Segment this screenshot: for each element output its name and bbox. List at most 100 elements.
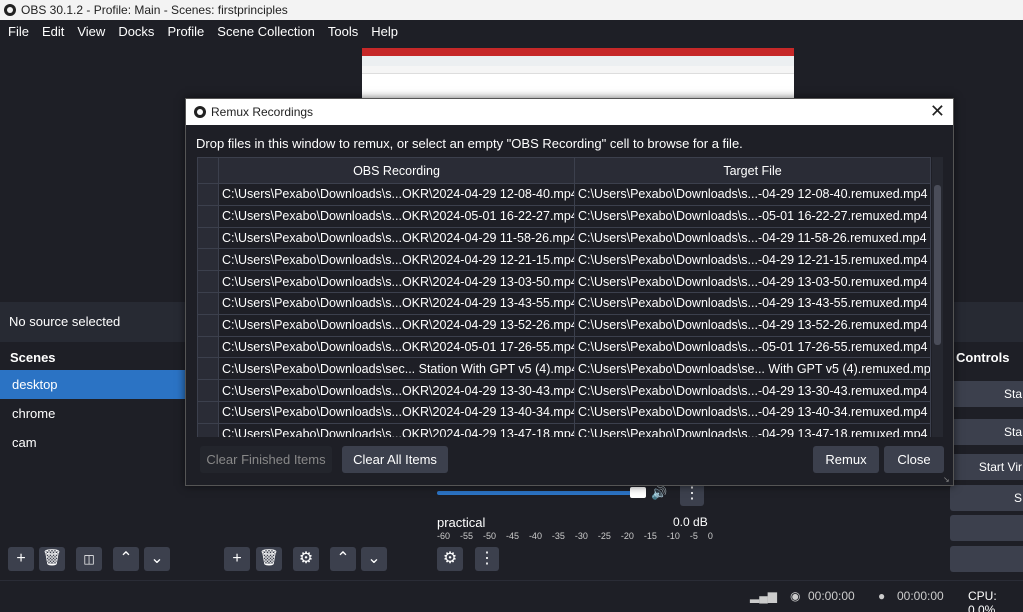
row-header[interactable] [197,270,219,293]
settings-button[interactable] [950,515,1023,541]
table-row[interactable]: C:\Users\Pexabo\Downloads\s...OKR\2024-0… [197,183,931,206]
remux-button[interactable]: Remux [813,446,879,473]
volume-slider-handle[interactable] [630,487,646,498]
row-header[interactable] [197,291,219,315]
record-time: 00:00:00 [897,589,944,603]
exit-button[interactable] [950,546,1023,572]
obs-recording-cell[interactable]: C:\Users\Pexabo\Downloads\s...OKR\2024-0… [218,226,575,250]
table-row[interactable]: C:\Users\Pexabo\Downloads\s...OKR\2024-0… [197,313,931,337]
menu-bar: File Edit View Docks Profile Scene Colle… [0,20,1023,42]
table-row[interactable]: C:\Users\Pexabo\Downloads\s...OKR\2024-0… [197,379,931,402]
row-header[interactable] [197,226,219,250]
scene-item-cam[interactable]: cam [0,428,212,457]
table-row[interactable]: C:\Users\Pexabo\Downloads\s...OKR\2024-0… [197,226,931,250]
move-scene-down-button[interactable]: ⌄ [144,547,170,571]
row-header[interactable] [197,400,219,424]
mixer-options-button[interactable]: ⋮ [475,547,499,571]
scene-filters-button[interactable]: ◫ [76,547,102,571]
move-source-up-button[interactable]: ⌃ [330,547,356,571]
target-file-cell[interactable]: C:\Users\Pexabo\Downloads\s...-05-01 16-… [574,204,931,228]
table-row[interactable]: C:\Users\Pexabo\Downloads\s...OKR\2024-0… [197,291,931,315]
table-scrollbar-thumb[interactable] [934,185,941,345]
obs-recording-cell[interactable]: C:\Users\Pexabo\Downloads\s...OKR\2024-0… [218,379,575,402]
table-row[interactable]: C:\Users\Pexabo\Downloads\s...OKR\2024-0… [197,204,931,228]
row-header[interactable] [197,204,219,228]
table-row[interactable]: C:\Users\Pexabo\Downloads\s...OKR\2024-0… [197,248,931,272]
obs-recording-cell[interactable]: C:\Users\Pexabo\Downloads\s...OKR\2024-0… [218,335,575,359]
table-row[interactable]: C:\Users\Pexabo\Downloads\s...OKR\2024-0… [197,335,931,359]
table-row[interactable]: C:\Users\Pexabo\Downloads\s...OKR\2024-0… [197,270,931,293]
table-scrollbar[interactable] [932,157,943,437]
row-header[interactable] [197,183,219,206]
remove-scene-button[interactable]: 🗑 [39,547,65,571]
obs-recording-cell[interactable]: C:\Users\Pexabo\Downloads\s...OKR\2024-0… [218,270,575,293]
obs-recording-cell[interactable]: C:\Users\Pexabo\Downloads\s...OKR\2024-0… [218,291,575,315]
menu-docks[interactable]: Docks [118,24,154,39]
column-header-obs-recording[interactable]: OBS Recording [218,157,575,184]
row-header[interactable] [197,422,219,437]
start-virtual-camera-button[interactable]: Start Vir [950,454,1023,480]
stream-icon: ◉ [790,589,801,603]
table-row[interactable]: C:\Users\Pexabo\Downloads\s...OKR\2024-0… [197,400,931,424]
move-scene-up-button[interactable]: ⌃ [113,547,139,571]
menu-file[interactable]: File [8,24,29,39]
obs-recording-cell[interactable]: C:\Users\Pexabo\Downloads\s...OKR\2024-0… [218,422,575,437]
row-header[interactable] [197,335,219,359]
menu-scene-collection[interactable]: Scene Collection [217,24,315,39]
clear-all-button[interactable]: Clear All Items [342,446,448,473]
target-file-cell[interactable]: C:\Users\Pexabo\Downloads\s...-04-29 11-… [574,226,931,250]
menu-help[interactable]: Help [371,24,398,39]
volume-slider[interactable] [437,491,643,495]
scene-item-chrome[interactable]: chrome [0,399,212,428]
table-row[interactable]: C:\Users\Pexabo\Downloads\sec... Station… [197,357,931,381]
scene-item-desktop[interactable]: desktop [0,370,186,399]
speaker-icon[interactable]: 🔊 [651,485,667,501]
target-file-cell[interactable]: C:\Users\Pexabo\Downloads\s...-04-29 13-… [574,291,931,315]
record-icon: ● [878,589,886,603]
start-streaming-button[interactable]: Sta [950,381,1023,407]
target-file-cell[interactable]: C:\Users\Pexabo\Downloads\se... With GPT… [574,357,931,381]
status-bar: ▂▄▆ ◉ 00:00:00 ● 00:00:00 CPU: 0.0% [0,580,1023,612]
obs-recording-cell[interactable]: C:\Users\Pexabo\Downloads\s...OKR\2024-0… [218,313,575,337]
close-icon[interactable]: ✕ [930,102,945,120]
remux-table[interactable]: OBS Recording Target File C:\Users\Pexab… [197,157,943,437]
target-file-cell[interactable]: C:\Users\Pexabo\Downloads\s...-04-29 13-… [574,270,931,293]
add-scene-button[interactable]: + [8,547,34,571]
menu-edit[interactable]: Edit [42,24,64,39]
column-header-target-file[interactable]: Target File [574,157,931,184]
close-button[interactable]: Close [884,446,944,473]
obs-recording-cell[interactable]: C:\Users\Pexabo\Downloads\s...OKR\2024-0… [218,183,575,206]
row-header[interactable] [197,379,219,402]
source-properties-button[interactable]: ⚙ [293,547,319,571]
obs-recording-cell[interactable]: C:\Users\Pexabo\Downloads\s...OKR\2024-0… [218,248,575,272]
target-file-cell[interactable]: C:\Users\Pexabo\Downloads\s...-05-01 17-… [574,335,931,359]
row-header[interactable] [197,357,219,381]
menu-view[interactable]: View [77,24,105,39]
add-source-button[interactable]: + [224,547,250,571]
menu-profile[interactable]: Profile [167,24,204,39]
resize-grip[interactable]: ↘ [943,475,951,484]
target-file-cell[interactable]: C:\Users\Pexabo\Downloads\s...-04-29 13-… [574,422,931,437]
move-source-down-button[interactable]: ⌄ [361,547,387,571]
stream-time: 00:00:00 [808,589,855,603]
remove-source-button[interactable]: 🗑 [256,547,282,571]
target-file-cell[interactable]: C:\Users\Pexabo\Downloads\s...-04-29 12-… [574,248,931,272]
row-header[interactable] [197,313,219,337]
clear-finished-button[interactable]: Clear Finished Items [200,446,332,473]
obs-recording-cell[interactable]: C:\Users\Pexabo\Downloads\s...OKR\2024-0… [218,204,575,228]
advanced-audio-button[interactable]: ⚙ [437,547,463,571]
trash-icon: 🗑 [41,550,63,567]
target-file-cell[interactable]: C:\Users\Pexabo\Downloads\s...-04-29 12-… [574,183,931,206]
studio-mode-button[interactable]: S [950,485,1023,511]
target-file-cell[interactable]: C:\Users\Pexabo\Downloads\s...-04-29 13-… [574,313,931,337]
target-file-cell[interactable]: C:\Users\Pexabo\Downloads\s...-04-29 13-… [574,400,931,424]
remux-dialog-title: Remux Recordings [211,105,314,119]
start-recording-button[interactable]: Sta [950,419,1023,445]
menu-tools[interactable]: Tools [328,24,358,39]
row-header[interactable] [197,248,219,272]
obs-recording-cell[interactable]: C:\Users\Pexabo\Downloads\s...OKR\2024-0… [218,400,575,424]
table-row[interactable]: C:\Users\Pexabo\Downloads\s...OKR\2024-0… [197,422,931,437]
remux-dialog-titlebar: Remux Recordings ✕ [186,99,953,125]
target-file-cell[interactable]: C:\Users\Pexabo\Downloads\s...-04-29 13-… [574,379,931,402]
obs-recording-cell[interactable]: C:\Users\Pexabo\Downloads\sec... Station… [218,357,575,381]
